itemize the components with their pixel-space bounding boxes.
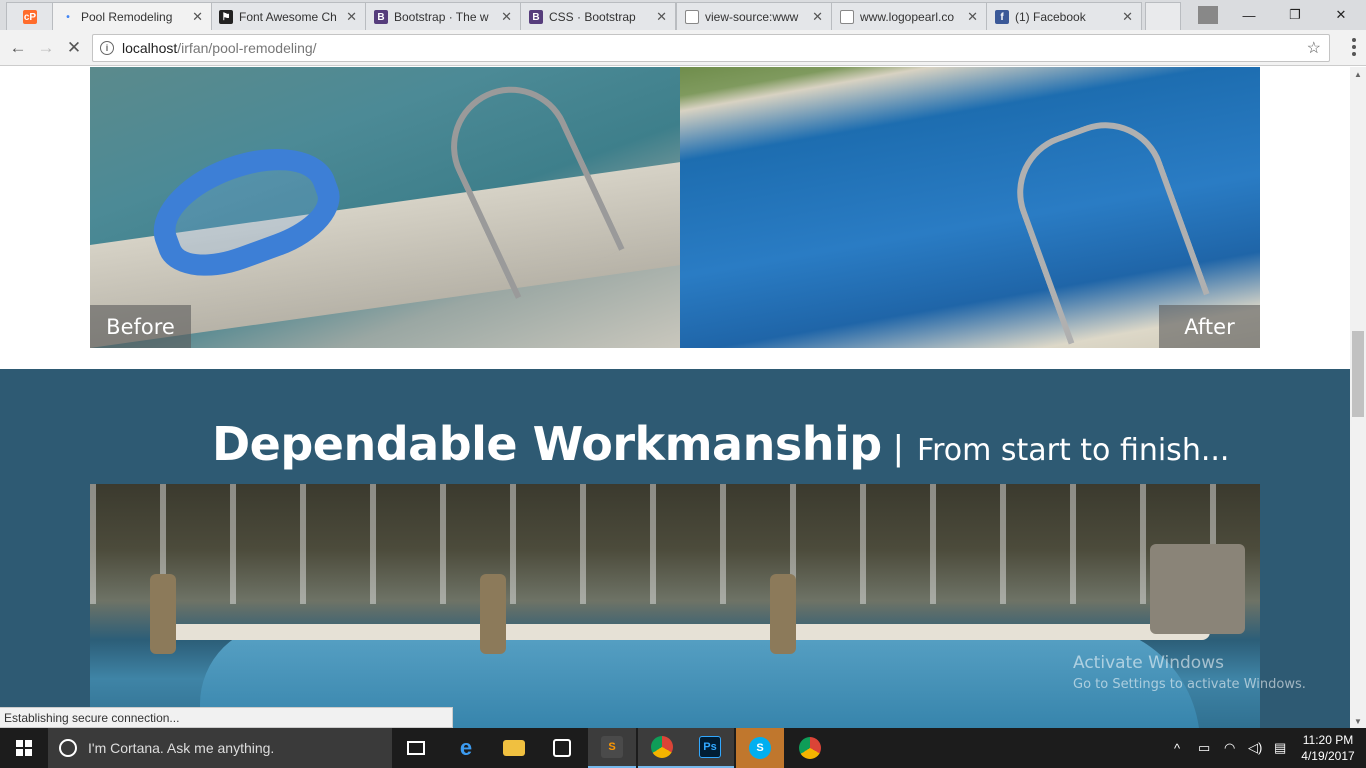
tab-label: view-source:www [705, 9, 799, 24]
tab-logopearl[interactable]: www.logopearl.co ✕ [831, 2, 987, 30]
close-window-button[interactable]: ✕ [1318, 0, 1364, 30]
tab-pool-remodeling[interactable]: • Pool Remodeling ✕ [52, 2, 212, 30]
cortana-icon [59, 739, 77, 757]
clock-date: 4/19/2017 [1301, 749, 1355, 763]
close-tab-icon[interactable]: ✕ [967, 9, 978, 25]
browser-toolbar: ← → ✕ i localhost/irfan/pool-remodeling/… [0, 30, 1366, 66]
watermark-subtitle: Go to Settings to activate Windows. [1073, 677, 1306, 692]
tab-label: (1) Facebook [1015, 9, 1086, 24]
tab-bootstrap[interactable]: B Bootstrap · The w ✕ [365, 2, 521, 30]
flag-icon: ⚑ [219, 10, 233, 24]
cortana-placeholder: I'm Cortana. Ask me anything. [88, 740, 275, 756]
tab-label: Bootstrap · The w [394, 9, 489, 24]
forward-button[interactable]: → [34, 36, 58, 60]
url-path: /irfan/pool-remodeling/ [177, 40, 317, 56]
tiki-statue [150, 574, 176, 654]
after-label: After [1159, 305, 1260, 348]
wifi-icon[interactable]: ◠ [1224, 728, 1235, 768]
user-profile-icon[interactable] [1190, 0, 1226, 30]
close-tab-icon[interactable]: ✕ [812, 9, 823, 25]
screen-enclosure [90, 484, 1260, 604]
section-subtitle: From start to finish... [917, 433, 1230, 468]
scrollbar-thumb[interactable] [1352, 331, 1364, 417]
tiki-statue [770, 574, 796, 654]
start-button[interactable] [0, 728, 48, 768]
cortana-search-box[interactable]: I'm Cortana. Ask me anything. [48, 728, 392, 768]
clock-time: 11:20 PM [1302, 733, 1354, 747]
bootstrap-icon: B [374, 10, 388, 24]
page-scrollbar[interactable]: ▲ ▼ [1350, 67, 1366, 728]
activate-windows-watermark: Activate Windows Go to Settings to activ… [1073, 653, 1306, 692]
skype-icon[interactable]: S [736, 728, 784, 768]
page-viewport: Before After Dependable Workmanship | Fr… [0, 67, 1350, 728]
tab-label: www.logopearl.co [860, 9, 955, 24]
file-explorer-icon[interactable] [490, 728, 538, 768]
tab-facebook[interactable]: f (1) Facebook ✕ [986, 2, 1142, 30]
url-host: localhost [122, 40, 178, 56]
system-clock[interactable]: 11:20 PM 4/19/2017 [1300, 732, 1356, 764]
restore-button[interactable]: ❐ [1272, 0, 1318, 30]
chrome-icon[interactable] [786, 728, 834, 768]
pool-coping [150, 624, 1210, 640]
close-tab-icon[interactable]: ✕ [1122, 9, 1133, 25]
scroll-up-arrow-icon[interactable]: ▲ [1350, 67, 1366, 81]
tab-view-source[interactable]: view-source:www ✕ [676, 2, 832, 30]
browser-menu-icon[interactable] [1352, 38, 1356, 56]
info-icon[interactable]: i [100, 41, 114, 55]
store-icon[interactable] [538, 728, 586, 768]
before-label: Before [90, 305, 191, 348]
grill-cover [1150, 544, 1245, 634]
photoshop-icon[interactable]: Ps [686, 728, 734, 768]
task-view-icon[interactable] [392, 728, 440, 768]
back-button[interactable]: ← [6, 36, 30, 60]
volume-icon[interactable]: ◁) [1248, 728, 1262, 768]
close-tab-icon[interactable]: ✕ [346, 9, 357, 25]
new-tab-button[interactable] [1145, 2, 1181, 30]
scroll-down-arrow-icon[interactable]: ▼ [1350, 714, 1366, 728]
minimize-button[interactable]: — [1226, 0, 1272, 30]
facebook-icon: f [995, 10, 1009, 24]
tab-strip: cP • Pool Remodeling ✕ ⚑ Font Awesome Ch… [0, 0, 1366, 30]
page-icon [685, 10, 699, 24]
heading-separator: | [893, 427, 904, 468]
page-icon [840, 10, 854, 24]
section-heading: Dependable Workmanship | From start to f… [212, 417, 1229, 471]
windows-logo-icon [16, 740, 32, 756]
cpanel-icon: cP [23, 10, 37, 24]
tab-font-awesome[interactable]: ⚑ Font Awesome Ch ✕ [210, 2, 366, 30]
watermark-title: Activate Windows [1073, 653, 1224, 673]
chrome-icon[interactable] [638, 728, 686, 768]
tab-label: Font Awesome Ch [239, 9, 337, 24]
before-after-image: Before After [90, 67, 1260, 348]
loading-icon: • [66, 11, 70, 23]
stop-loading-button[interactable]: ✕ [62, 36, 86, 60]
close-tab-icon[interactable]: ✕ [501, 9, 512, 25]
edge-icon[interactable]: e [442, 728, 490, 768]
address-bar[interactable]: i localhost/irfan/pool-remodeling/ ☆ [92, 34, 1330, 62]
close-tab-icon[interactable]: ✕ [192, 9, 203, 25]
section-title: Dependable Workmanship [212, 417, 882, 471]
tiki-statue [480, 574, 506, 654]
windows-taskbar: I'm Cortana. Ask me anything. e S Ps S ^… [0, 728, 1366, 768]
show-hidden-icons-icon[interactable]: ^ [1174, 728, 1180, 768]
close-tab-icon[interactable]: ✕ [656, 9, 667, 25]
tab-label: CSS · Bootstrap [549, 9, 636, 24]
bookmark-star-icon[interactable]: ☆ [1307, 38, 1321, 58]
tab-css-bootstrap[interactable]: B CSS · Bootstrap ✕ [520, 2, 676, 30]
notifications-icon[interactable]: ▤ [1274, 728, 1286, 768]
battery-icon[interactable]: ▭ [1198, 728, 1210, 768]
tab-label: Pool Remodeling [81, 9, 173, 24]
sublime-text-icon[interactable]: S [588, 728, 636, 768]
url-text[interactable]: localhost/irfan/pool-remodeling/ [122, 40, 317, 56]
status-bubble: Establishing secure connection... [0, 707, 453, 728]
bootstrap-icon: B [529, 10, 543, 24]
tab-cpanel[interactable]: cP [6, 2, 54, 30]
